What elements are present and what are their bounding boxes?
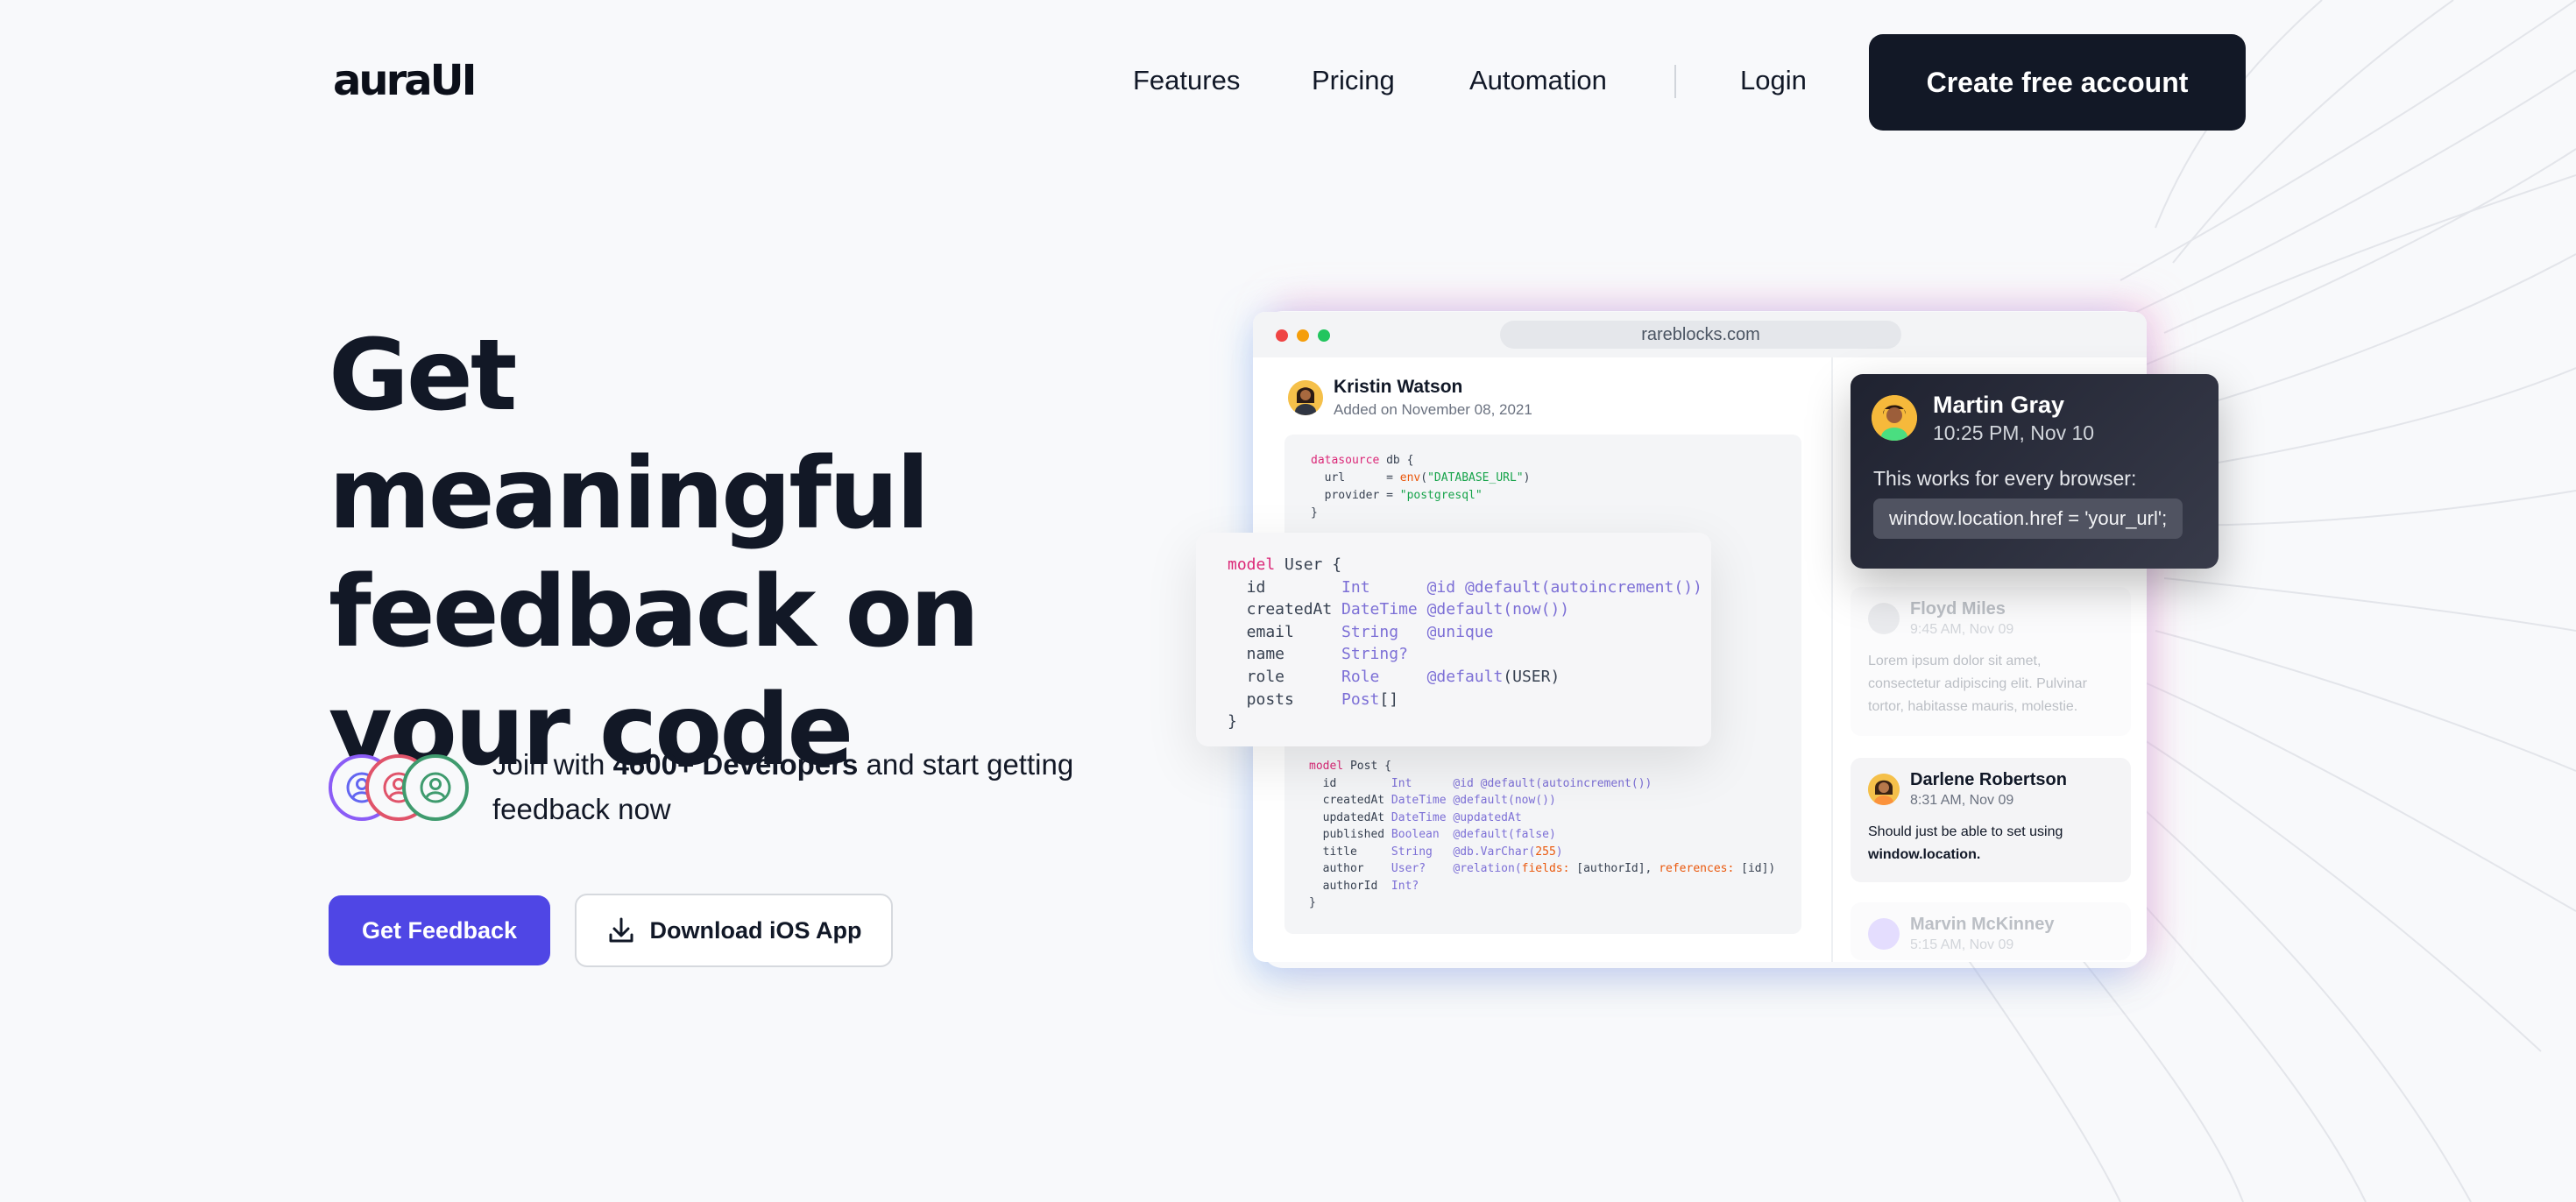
code-card-user-model: model User { id Int @id @default(autoinc… <box>1196 533 1711 746</box>
create-account-button[interactable]: Create free account <box>1869 34 2246 131</box>
close-dot-icon <box>1276 329 1288 342</box>
user-icon <box>402 754 469 821</box>
commenter-name: Martin Gray <box>1933 392 2065 418</box>
developer-avatars <box>329 754 469 821</box>
join-count: 4600+ Developers <box>612 748 859 781</box>
comment-card-marvin: Marvin McKinney 5:15 AM, Nov 09 <box>1851 902 2131 960</box>
commenter-name: Darlene Robertson <box>1910 770 2067 789</box>
download-ios-button[interactable]: Download iOS App <box>575 894 893 967</box>
logo[interactable]: auraUI <box>333 56 477 105</box>
commenter-avatar <box>1868 918 1900 950</box>
comment-text: Should just be able to set using window.… <box>1868 821 2117 866</box>
join-prefix: Join with <box>492 748 613 781</box>
comment-text-main: Should just be able to set using <box>1868 824 2063 839</box>
hero-title-line-1: Get meaningful <box>329 319 930 551</box>
comment-time: 5:15 AM, Nov 09 <box>1910 937 2014 952</box>
top-nav: auraUI Features Pricing Automation Login… <box>0 0 2576 166</box>
comment-text-bold: window.location. <box>1868 847 1981 862</box>
commenter-avatar <box>1868 603 1900 634</box>
maximize-dot-icon <box>1318 329 1330 342</box>
comment-card-darlene: Darlene Robertson 8:31 AM, Nov 09 Should… <box>1851 758 2131 882</box>
nav-divider <box>1674 65 1676 98</box>
commenter-name: Marvin McKinney <box>1910 915 2055 934</box>
commenter-avatar <box>1872 395 1917 441</box>
author-avatar <box>1288 380 1323 415</box>
nav-link-automation[interactable]: Automation <box>1469 65 1607 96</box>
author-date: Added on November 08, 2021 <box>1334 401 1532 418</box>
hero-title-line-2: feedback on <box>329 555 980 669</box>
comment-time: 10:25 PM, Nov 10 <box>1933 421 2095 444</box>
code-snippet-post-model: model Post { id Int @id @default(autoinc… <box>1309 760 1776 909</box>
comment-text: This works for every browser: <box>1873 467 2137 490</box>
commenter-avatar <box>1868 774 1900 805</box>
get-feedback-button[interactable]: Get Feedback <box>329 895 550 965</box>
comment-card-martin: Martin Gray 10:25 PM, Nov 10 This works … <box>1851 374 2219 569</box>
browser-titlebar: rareblocks.com <box>1253 312 2147 357</box>
comment-code: window.location.href = 'your_url'; <box>1873 498 2183 539</box>
comment-card-floyd: Floyd Miles 9:45 AM, Nov 09 Lorem ipsum … <box>1851 587 2131 736</box>
download-icon <box>609 917 633 943</box>
join-text: Join with 4600+ Developers and start get… <box>492 742 1123 831</box>
comment-text: Lorem ipsum dolor sit amet, consectetur … <box>1868 654 2087 714</box>
author-name: Kristin Watson <box>1334 377 1463 397</box>
code-snippet-datasource: datasource db { url = env("DATABASE_URL"… <box>1311 454 1531 520</box>
comment-time: 9:45 AM, Nov 09 <box>1910 622 2014 637</box>
commenter-name: Floyd Miles <box>1910 599 2006 619</box>
nav-link-login[interactable]: Login <box>1740 65 1807 96</box>
nav-link-pricing[interactable]: Pricing <box>1312 65 1395 96</box>
hero-title: Get meaningful feedback on your code <box>329 317 1117 790</box>
address-bar: rareblocks.com <box>1500 321 1901 349</box>
nav-link-features[interactable]: Features <box>1133 65 1240 96</box>
comment-time: 8:31 AM, Nov 09 <box>1910 793 2014 808</box>
download-ios-label: Download iOS App <box>649 916 862 944</box>
minimize-dot-icon <box>1297 329 1309 342</box>
